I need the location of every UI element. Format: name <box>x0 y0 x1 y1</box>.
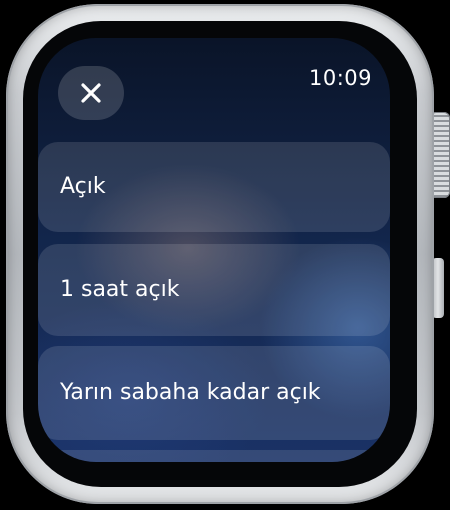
option-on-until-tomorrow-morning[interactable]: Yarın sabaha kadar açık <box>38 346 390 440</box>
option-label: Açık <box>60 174 106 199</box>
watch-stage: 10:09 Açık 1 saat açık Yarın sabaha kada… <box>0 0 450 510</box>
watch-screen: 10:09 Açık 1 saat açık Yarın sabaha kada… <box>38 38 390 462</box>
status-time: 10:09 <box>308 66 372 90</box>
close-icon <box>81 83 101 103</box>
option-on[interactable]: Açık <box>38 142 390 232</box>
close-button[interactable] <box>58 66 124 120</box>
next-option-peek[interactable] <box>38 450 390 462</box>
option-label: 1 saat açık <box>60 277 180 302</box>
option-label: Yarın sabaha kadar açık <box>60 380 321 405</box>
option-on-one-hour[interactable]: 1 saat açık <box>38 244 390 336</box>
